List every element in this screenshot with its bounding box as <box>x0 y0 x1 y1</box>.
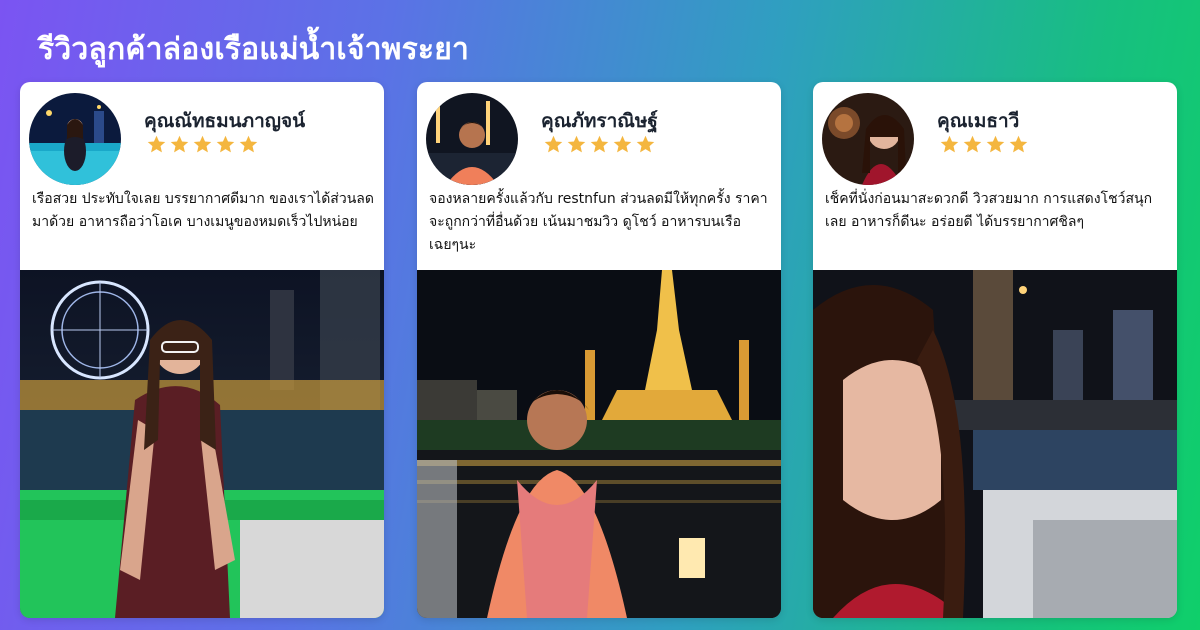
star-icon <box>147 135 166 153</box>
review-card: คุณภัทราณิษฐ์ จองหลายครั้งแล้วกับ restnf… <box>417 82 781 618</box>
star-icon <box>239 135 258 153</box>
star-rating <box>543 134 656 155</box>
star-icon <box>544 135 563 153</box>
star-icon <box>193 135 212 153</box>
avatar <box>29 93 121 185</box>
review-photo <box>20 270 384 618</box>
avatar <box>426 93 518 185</box>
star-rating <box>939 134 1029 155</box>
star-icon <box>940 135 959 153</box>
star-icon <box>1009 135 1028 153</box>
review-card: คุณเมธาวี เช็คที่นั่งก่อนมาสะดวกดี วิวสว… <box>813 82 1177 618</box>
reviewer-name: คุณเมธาวี <box>937 110 1020 132</box>
page-title: รีวิวลูกค้าล่องเรือแม่น้ำเจ้าพระยา <box>38 32 470 67</box>
reviewer-name: คุณณัทธมนภาญจน์ <box>144 110 306 132</box>
star-rating <box>146 134 259 155</box>
review-text: เช็คที่นั่งก่อนมาสะดวกดี วิวสวยมาก การแส… <box>825 191 1153 230</box>
avatar <box>822 93 914 185</box>
review-text: เรือสวย ประทับใจเลย บรรยากาศดีมาก ของเรา… <box>32 191 374 230</box>
review-card: คุณณัทธมนภาญจน์ เรือสวย ประทับใจเลย บรรย… <box>20 82 384 618</box>
reviewer-name: คุณภัทราณิษฐ์ <box>541 110 658 132</box>
review-text: จองหลายครั้งแล้วกับ restnfun ส่วนลดมีให้… <box>429 191 768 253</box>
star-icon <box>613 135 632 153</box>
review-photo <box>417 270 781 618</box>
star-icon <box>567 135 586 153</box>
star-icon <box>216 135 235 153</box>
star-icon <box>170 135 189 153</box>
star-icon <box>590 135 609 153</box>
star-icon <box>963 135 982 153</box>
star-icon <box>986 135 1005 153</box>
star-icon <box>636 135 655 153</box>
review-photo <box>813 270 1177 618</box>
